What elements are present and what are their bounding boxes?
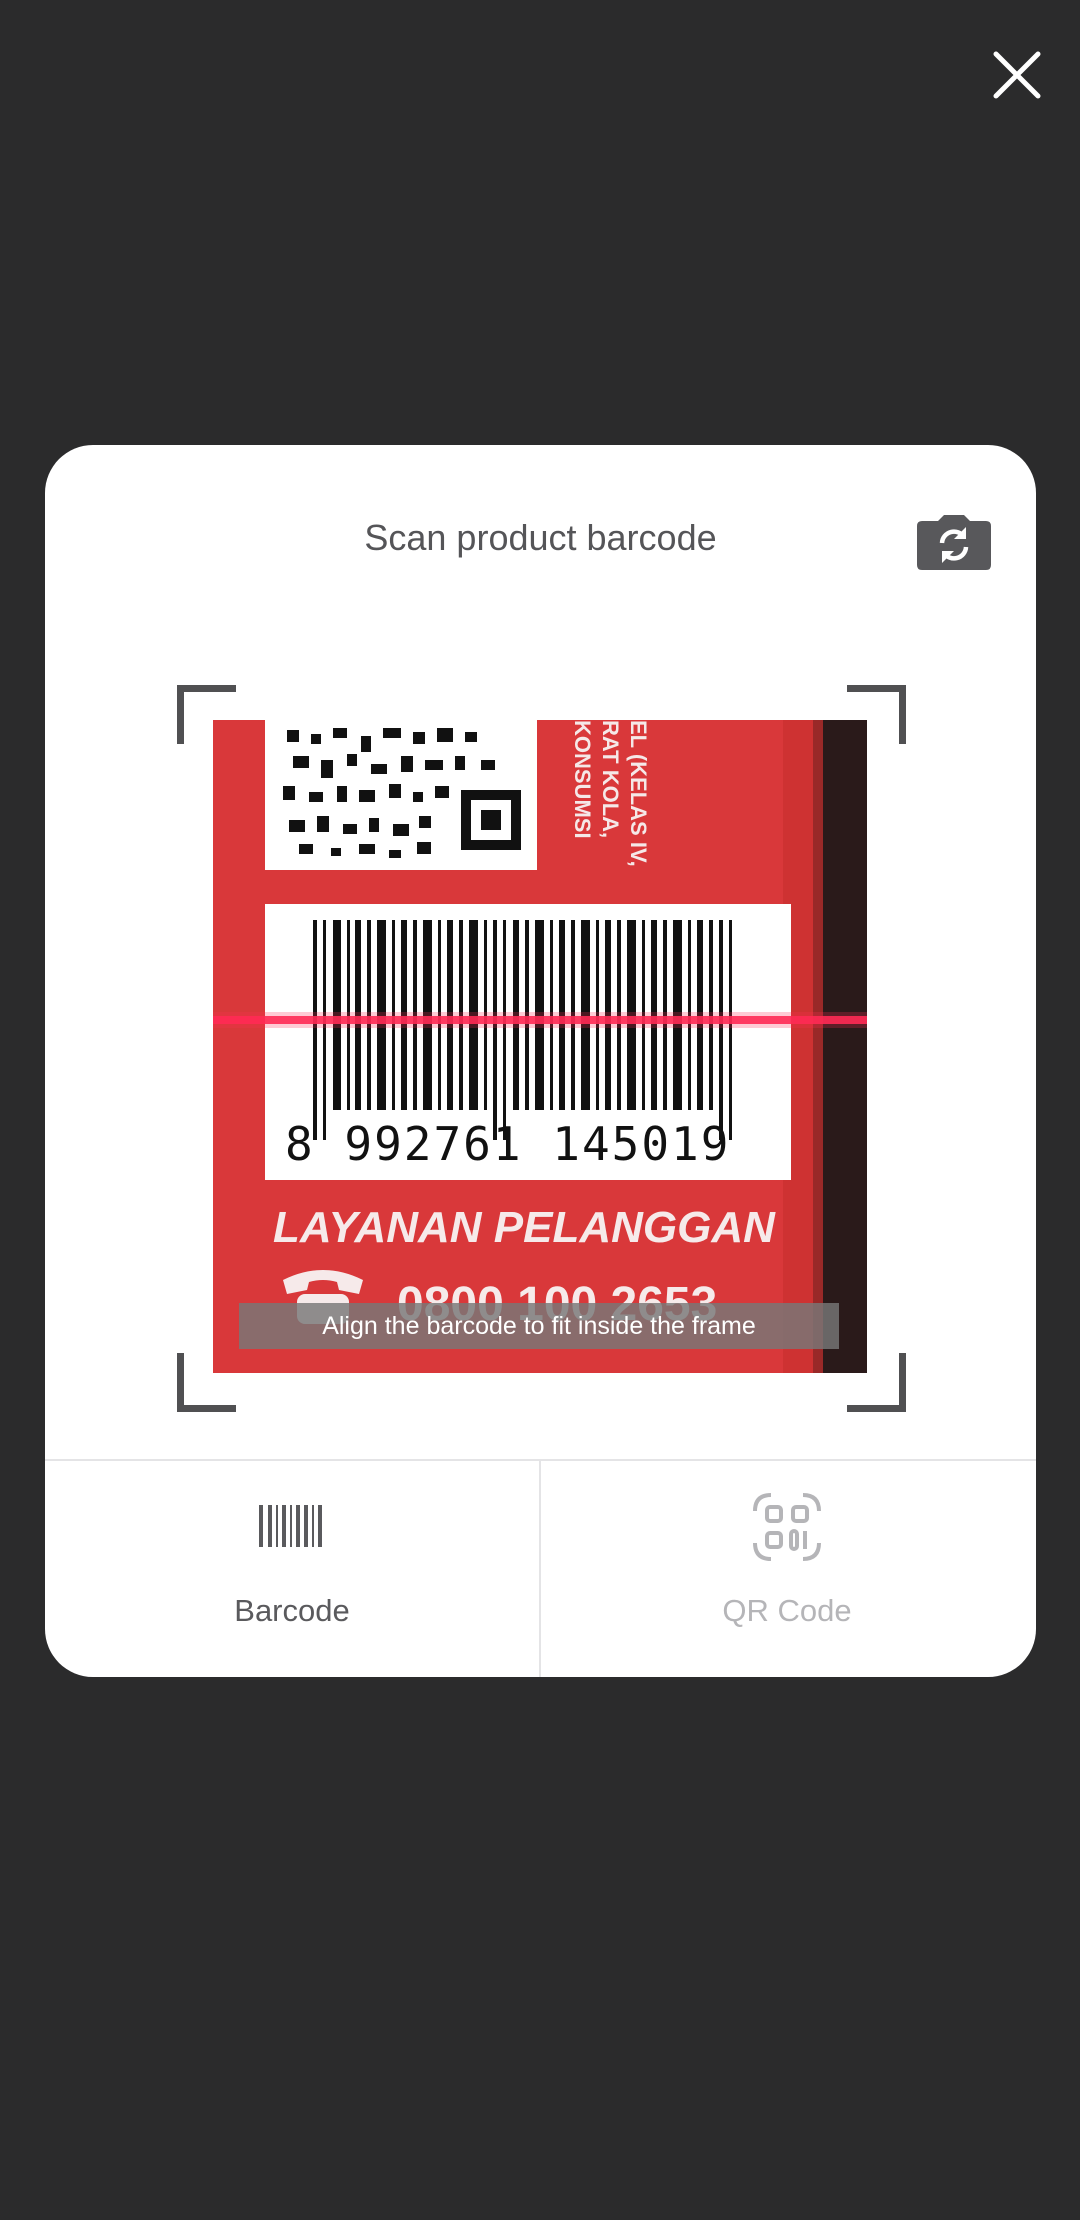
page-title: Scan product barcode — [364, 517, 717, 558]
preview-side-text-3: KONSUMSI — [570, 720, 595, 839]
close-button[interactable] — [990, 48, 1044, 102]
scan-mode-tabs: Barcode QR Code — [45, 1459, 1036, 1677]
preview-barcode-number: 8 992761 145019 — [285, 1117, 730, 1171]
camera-preview-image: EL (KELAS IV, RAT KOLA, KONSUMSI 8 99276… — [213, 720, 867, 1373]
tab-barcode[interactable]: Barcode — [45, 1461, 541, 1677]
barcode-icon — [259, 1505, 322, 1547]
preview-side-text-1: EL (KELAS IV, — [626, 720, 651, 867]
camera-switch-button[interactable] — [916, 513, 992, 571]
tab-qr-code[interactable]: QR Code — [540, 1461, 1034, 1677]
camera-preview: EL (KELAS IV, RAT KOLA, KONSUMSI 8 99276… — [213, 720, 867, 1373]
alignment-hint: Align the barcode to fit inside the fram… — [239, 1303, 839, 1349]
qr-code-icon — [753, 1493, 821, 1561]
camera-switch-icon — [917, 515, 991, 570]
close-icon — [993, 51, 1041, 99]
scan-sheet: Scan product barcode EL (KELAS IV, RAT K… — [45, 445, 1036, 1677]
preview-side-text-2: RAT KOLA, — [598, 720, 623, 838]
preview-label-line-1: LAYANAN PELANGGAN — [273, 1203, 776, 1252]
tab-qr-code-label: QR Code — [722, 1593, 852, 1628]
tab-barcode-label: Barcode — [234, 1593, 350, 1628]
